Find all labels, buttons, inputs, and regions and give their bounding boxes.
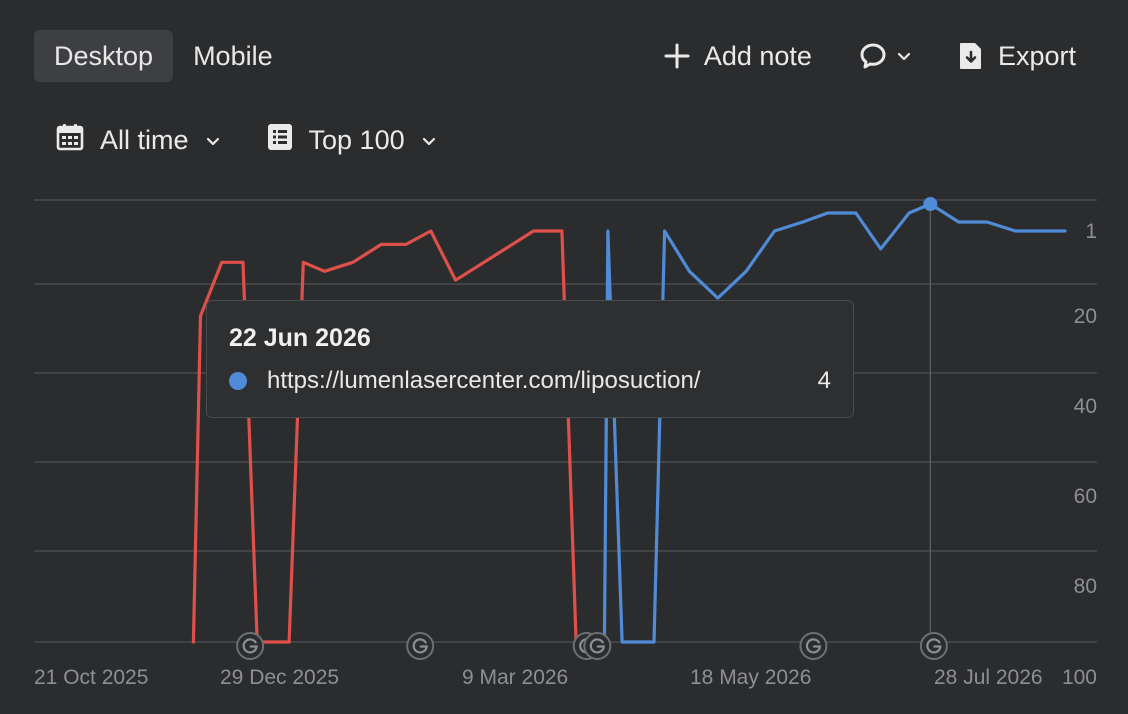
google-update-marker[interactable]: [236, 632, 265, 660]
x-tick-label: 29 Dec 2025: [220, 666, 339, 689]
y-tick-label: 1: [1085, 220, 1097, 243]
y-tick-label: 100: [1062, 666, 1097, 689]
chart-tooltip: 22 Jun 2026 https://lumenlasercenter.com…: [206, 300, 854, 418]
google-update-marker[interactable]: [406, 632, 435, 660]
x-tick-label: 18 May 2026: [690, 666, 811, 689]
y-tick-label: 80: [1074, 575, 1097, 598]
x-tick-label: 9 Mar 2026: [462, 666, 568, 689]
tooltip-position-value: 4: [817, 367, 831, 394]
rank-history-panel: Desktop Mobile Add note Export All time …: [0, 0, 1128, 714]
y-tick-label: 20: [1074, 305, 1097, 328]
x-tick-label: 21 Oct 2025: [34, 666, 148, 689]
series-line-liposuction: [602, 202, 1067, 644]
tooltip-series-row: https://lumenlasercenter.com/liposuction…: [229, 367, 831, 395]
google-update-marker[interactable]: [799, 632, 828, 660]
y-axis-ticks: 1 20 40 60 80 100: [1062, 220, 1097, 689]
tooltip-url: https://lumenlasercenter.com/liposuction…: [267, 367, 701, 394]
highlight-point: [923, 197, 938, 211]
series-line-red: [191, 229, 578, 644]
google-update-marker[interactable]: [583, 632, 612, 660]
google-update-marker[interactable]: [919, 632, 948, 660]
series-lines: [191, 197, 1067, 644]
y-tick-label: 40: [1074, 395, 1097, 418]
google-update-markers: [236, 632, 948, 660]
x-axis-ticks: 21 Oct 2025 29 Dec 2025 9 Mar 2026 18 May 2…: [34, 666, 1043, 689]
series-color-dot: [229, 372, 247, 390]
y-tick-label: 60: [1074, 485, 1097, 508]
tooltip-date: 22 Jun 2026: [229, 324, 371, 352]
x-tick-label: 28 Jul 2026: [934, 666, 1043, 689]
